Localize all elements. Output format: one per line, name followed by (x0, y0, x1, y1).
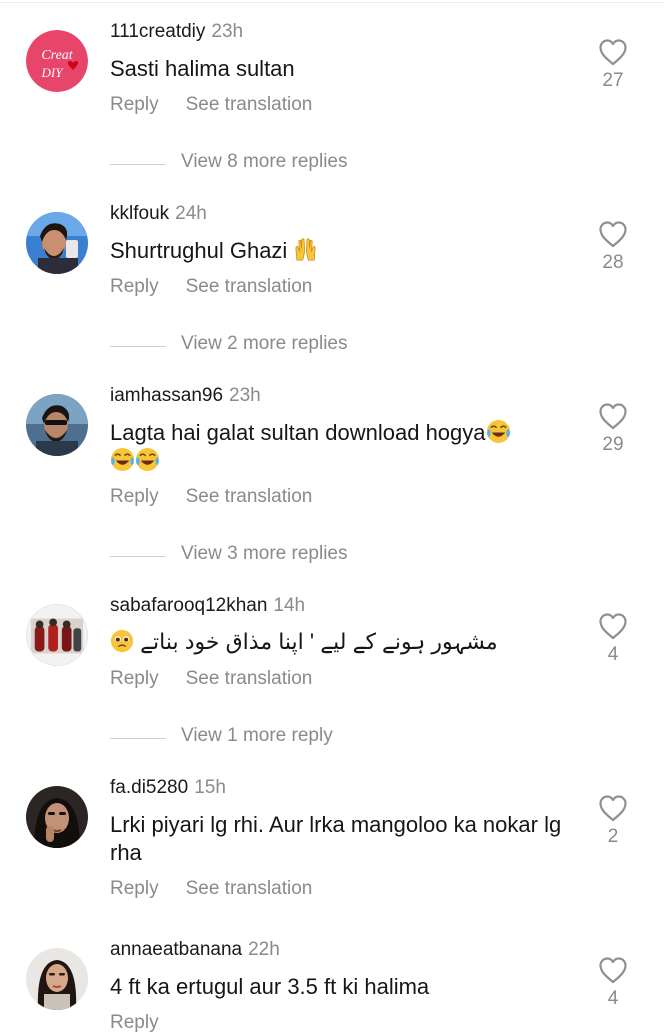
view-more-replies[interactable]: View 8 more replies (0, 151, 664, 177)
view-more-replies-label[interactable]: View 1 more reply (181, 725, 333, 747)
creat-diy-logo: Creat DIY (26, 30, 88, 92)
see-translation-button[interactable]: See translation (186, 878, 313, 900)
username[interactable]: iamhassan96 (110, 385, 223, 406)
comment-meta: kklfouk 24h (110, 202, 207, 226)
reply-button[interactable]: Reply (110, 1012, 159, 1034)
replies-divider (110, 346, 166, 347)
avatar[interactable] (26, 948, 88, 1010)
like-count: 2 (607, 826, 619, 847)
heart-icon[interactable] (598, 220, 628, 248)
comment-actions: Reply See translation (110, 276, 312, 298)
heart-icon[interactable] (598, 612, 628, 640)
like-control: 28 (592, 220, 634, 274)
comment-text-content: Sasti halima sultan (110, 56, 295, 81)
see-translation-button[interactable]: See translation (186, 486, 313, 508)
see-translation-button[interactable]: See translation (186, 276, 313, 298)
see-translation-button[interactable]: See translation (186, 94, 313, 116)
comment-text: Shurtrughul Ghazi (110, 237, 580, 265)
tears-of-joy-icon (110, 447, 135, 472)
heart-icon[interactable] (598, 956, 628, 984)
timestamp: 24h (175, 203, 207, 224)
heart-icon[interactable] (598, 38, 628, 66)
avatar[interactable] (26, 212, 88, 274)
comment-text: 4 ft ka ertugul aur 3.5 ft ki halima (110, 973, 580, 1001)
avatar[interactable] (26, 604, 88, 666)
comment-meta: sabafarooq12khan 14h (110, 594, 305, 618)
like-control: 27 (592, 38, 634, 92)
comment-text: Lrki piyari lg rhi. Aur lrka mangoloo ka… (110, 811, 580, 867)
pleading-face-icon (110, 629, 134, 653)
comment-actions: Reply See translation (110, 878, 312, 900)
top-divider (0, 2, 664, 3)
comment-text-content: مشہور ہونے کے لیے ' اپنا مذاق خود بناتے (140, 629, 498, 654)
avatar-photo (26, 786, 88, 848)
view-more-replies[interactable]: View 2 more replies (0, 333, 664, 359)
avatar-photo (26, 394, 88, 456)
avatar-photo (26, 212, 88, 274)
reply-button[interactable]: Reply (110, 668, 159, 690)
like-control: 2 (592, 794, 634, 848)
heart-icon[interactable] (598, 794, 628, 822)
comment-meta: fa.di5280 15h (110, 776, 226, 800)
username[interactable]: fa.di5280 (110, 777, 188, 798)
like-count: 29 (602, 434, 624, 455)
heart-icon[interactable] (598, 402, 628, 430)
avatar-logo-line2: DIY (41, 65, 65, 80)
avatar-photo (26, 948, 88, 1010)
username[interactable]: sabafarooq12khan (110, 595, 267, 616)
avatar[interactable] (26, 786, 88, 848)
timestamp: 15h (194, 777, 226, 798)
replies-divider (110, 164, 166, 165)
avatar-photo (27, 605, 87, 665)
replies-divider (110, 738, 166, 739)
view-more-replies[interactable]: View 1 more reply (0, 725, 664, 751)
tears-of-joy-icon (486, 419, 511, 444)
comment-text: Lagta hai galat sultan download hogya (110, 419, 560, 475)
comment-actions: Reply See translation (110, 94, 312, 116)
username[interactable]: annaeatbanana (110, 939, 242, 960)
comment-text-content: 4 ft ka ertugul aur 3.5 ft ki halima (110, 974, 430, 999)
comment-meta: 111creatdiy 23h (110, 20, 243, 44)
view-more-replies-label[interactable]: View 8 more replies (181, 151, 348, 173)
comment-text-content: Lrki piyari lg rhi. Aur lrka mangoloo ka… (110, 812, 562, 865)
like-count: 28 (602, 252, 624, 273)
view-more-replies[interactable]: View 3 more replies (0, 543, 664, 569)
timestamp: 23h (229, 385, 261, 406)
timestamp: 23h (211, 21, 244, 42)
username[interactable]: kklfouk (110, 203, 169, 224)
replies-divider (110, 556, 166, 557)
timestamp: 14h (273, 595, 306, 616)
comment-text: مشہور ہونے کے لیے ' اپنا مذاق خود بناتے (110, 628, 576, 656)
timestamp: 22h (248, 939, 280, 960)
view-more-replies-label[interactable]: View 3 more replies (181, 543, 348, 565)
reply-button[interactable]: Reply (110, 276, 159, 298)
raising-hands-icon (295, 238, 316, 261)
see-translation-button[interactable]: See translation (186, 668, 313, 690)
reply-button[interactable]: Reply (110, 878, 159, 900)
view-more-replies-label[interactable]: View 2 more replies (181, 333, 348, 355)
comment-actions: Reply See translation (110, 668, 312, 690)
comment-meta: iamhassan96 23h (110, 384, 261, 408)
comment-text-content: Shurtrughul Ghazi (110, 238, 288, 263)
like-control: 4 (592, 956, 634, 1010)
avatar[interactable] (26, 394, 88, 456)
username[interactable]: 111creatdiy (110, 21, 205, 42)
tears-of-joy-icon (135, 447, 160, 472)
like-count: 4 (607, 988, 619, 1009)
comment-text-content: Lagta hai galat sultan download hogya (110, 420, 486, 445)
like-count: 27 (602, 70, 624, 91)
avatar-logo-line1: Creat (41, 48, 73, 63)
reply-button[interactable]: Reply (110, 94, 159, 116)
avatar[interactable]: Creat DIY (26, 30, 88, 92)
comment-text: Sasti halima sultan (110, 55, 580, 83)
reply-button[interactable]: Reply (110, 486, 159, 508)
comment-meta: annaeatbanana 22h (110, 938, 280, 962)
comment-actions: Reply (110, 1012, 159, 1034)
comment-actions: Reply See translation (110, 486, 312, 508)
like-control: 29 (592, 402, 634, 456)
like-control: 4 (592, 612, 634, 666)
like-count: 4 (607, 644, 619, 665)
